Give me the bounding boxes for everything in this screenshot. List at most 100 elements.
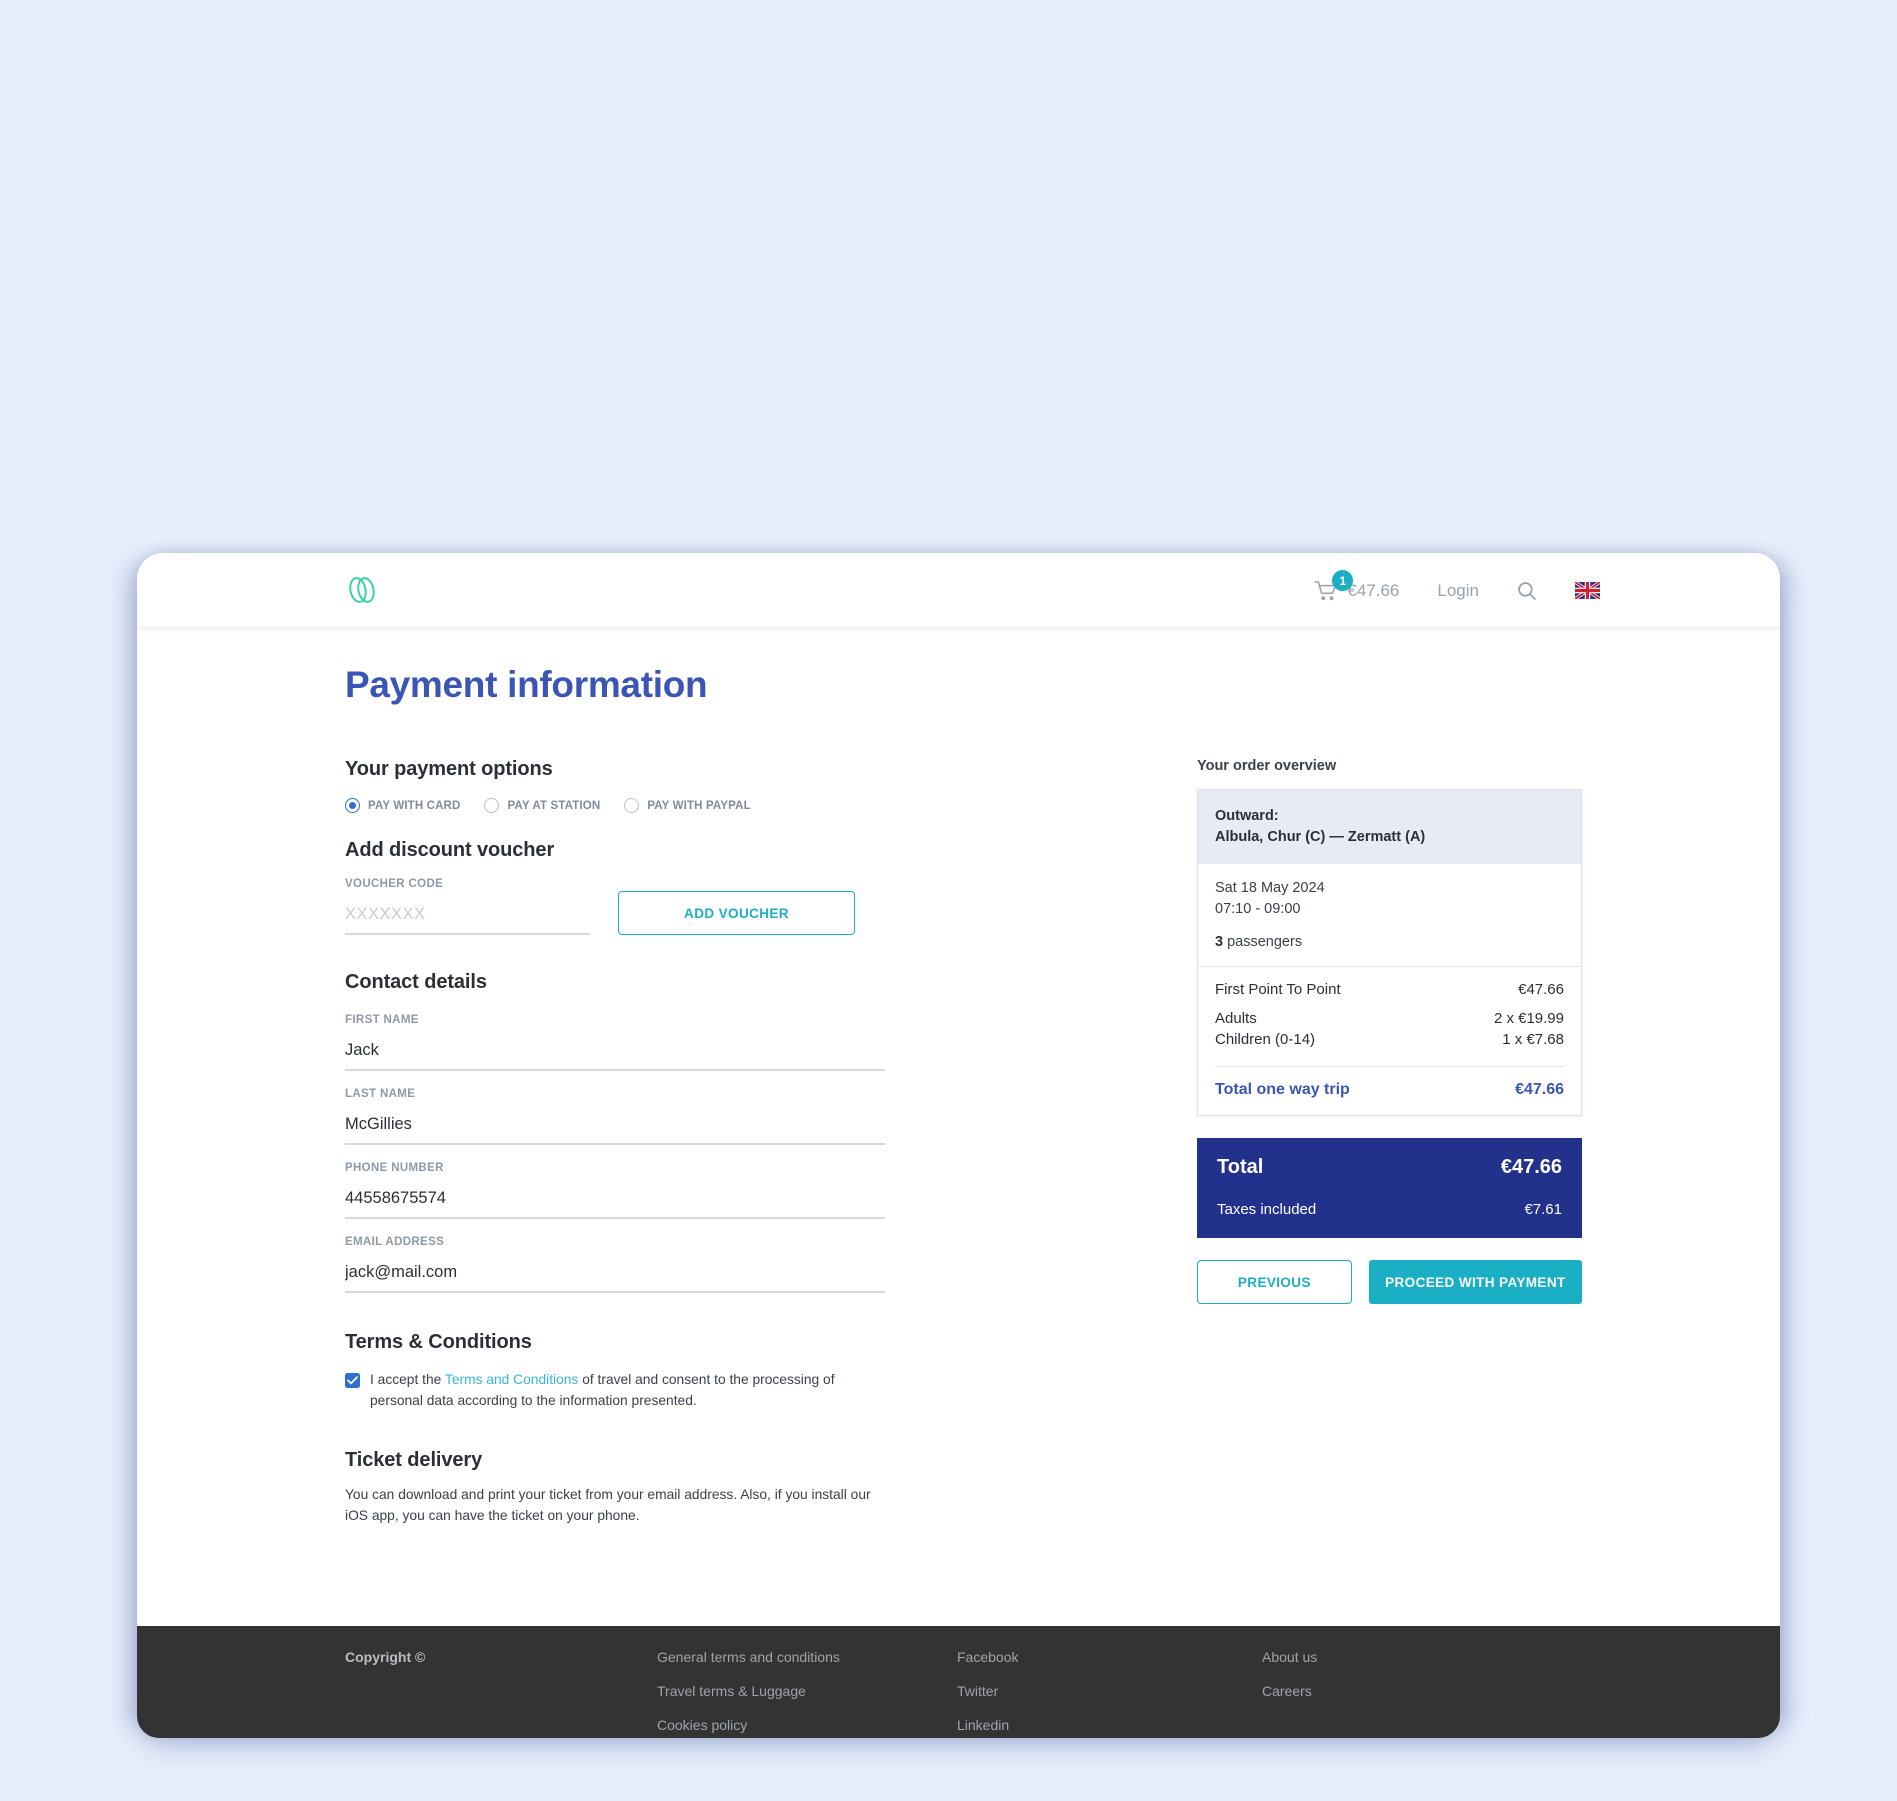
footer-link-facebook[interactable]: Facebook	[957, 1649, 1262, 1665]
terms-text: I accept the Terms and Conditions of tra…	[370, 1370, 885, 1411]
footer-column-legal: General terms and conditions Travel term…	[657, 1649, 957, 1733]
language-flag-button[interactable]	[1575, 582, 1600, 599]
payment-form-column: Your payment options PAY WITH CARD PAY A…	[345, 758, 885, 1527]
payment-options-heading: Your payment options	[345, 758, 553, 780]
header-actions: 1 €47.66 Login	[1314, 553, 1600, 628]
order-trip-total-row: Total one way trip €47.66	[1215, 1066, 1564, 1115]
site-header: 1 €47.66 Login	[137, 553, 1780, 628]
footer-link-twitter[interactable]: Twitter	[957, 1683, 1262, 1699]
footer-copyright: Copyright ©	[345, 1649, 426, 1665]
payment-option-station-label: PAY AT STATION	[507, 799, 601, 812]
contact-field-last-name: LAST NAME	[345, 1088, 885, 1145]
order-passengers-count: 3	[1215, 934, 1224, 951]
order-passengers: 3 passengers	[1215, 934, 1564, 950]
radio-icon-paypal[interactable]	[624, 798, 640, 813]
contact-details-heading: Contact details	[345, 971, 487, 993]
taxes-row: Taxes included €7.61	[1217, 1201, 1562, 1218]
cart-button[interactable]: 1 €47.66	[1314, 570, 1400, 601]
terms-checkbox[interactable]	[345, 1373, 360, 1388]
order-card-meta: Sat 18 May 2024 07:10 - 09:00 3 passenge…	[1198, 864, 1581, 966]
footer-link-travel-terms[interactable]: Travel terms & Luggage	[657, 1683, 957, 1699]
cart-total-price: €47.66	[1347, 580, 1400, 600]
payment-option-card-label: PAY WITH CARD	[368, 799, 461, 812]
contact-field-first-name: FIRST NAME	[345, 1014, 885, 1071]
order-trip-total-label: Total one way trip	[1215, 1081, 1350, 1099]
taxes-value: €7.61	[1524, 1201, 1562, 1219]
terms-accept-row: I accept the Terms and Conditions of tra…	[345, 1370, 885, 1411]
voucher-code-label: VOUCHER CODE	[345, 878, 444, 890]
site-logo[interactable]	[345, 575, 379, 605]
footer-link-cookies-policy[interactable]: Cookies policy	[657, 1717, 957, 1733]
order-summary-column: Your order overview Outward: Albula, Chu…	[1197, 758, 1582, 1305]
double-ellipse-logo-icon	[349, 577, 375, 603]
add-voucher-button[interactable]: ADD VOUCHER	[618, 891, 855, 935]
order-line-value: €47.66	[1518, 981, 1564, 999]
order-line-value: 2 x €19.99	[1493, 1010, 1564, 1028]
previous-button[interactable]: PREVIOUS	[1197, 1260, 1352, 1305]
taxes-label: Taxes included	[1217, 1201, 1317, 1219]
footer-link-careers[interactable]: Careers	[1262, 1683, 1562, 1699]
footer-column-social: Facebook Twitter Linkedin	[957, 1649, 1262, 1733]
footer-link-linkedin[interactable]: Linkedin	[957, 1717, 1262, 1733]
order-card: Outward: Albula, Chur (C) — Zermatt (A) …	[1197, 789, 1582, 1117]
order-date: Sat 18 May 2024	[1215, 880, 1325, 897]
footer-column-company: About us Careers	[1262, 1649, 1562, 1733]
order-trip-total-value: €47.66	[1515, 1081, 1564, 1099]
search-button[interactable]	[1517, 581, 1537, 601]
payment-option-card[interactable]: PAY WITH CARD	[345, 798, 460, 813]
page-body: Payment information Your payment options…	[137, 628, 1780, 1523]
site-footer: Copyright © General terms and conditions…	[137, 1626, 1780, 1738]
payment-option-paypal-label: PAY WITH PAYPAL	[647, 799, 751, 812]
contact-field-email: EMAIL ADDRESS	[345, 1236, 885, 1293]
order-line-value: 1 x €7.68	[1502, 1031, 1564, 1049]
terms-heading: Terms & Conditions	[345, 1331, 532, 1353]
order-price-lines: First Point To Point €47.66 Adults 2 x €…	[1198, 966, 1581, 1056]
first-name-label: FIRST NAME	[345, 1014, 419, 1026]
uk-flag-icon	[1575, 582, 1600, 599]
footer-columns: Copyright © General terms and conditions…	[137, 1649, 1780, 1733]
order-time: 07:10 - 09:00	[1215, 901, 1301, 918]
grand-total-row: Total €47.66	[1217, 1156, 1562, 1179]
order-actions: PREVIOUS PROCEED WITH PAYMENT	[1197, 1260, 1582, 1305]
grand-total-box: Total €47.66 Taxes included €7.61	[1197, 1138, 1582, 1239]
payment-option-station[interactable]: PAY AT STATION	[484, 798, 600, 813]
voucher-field-group: VOUCHER CODE ADD VOUCHER	[345, 878, 885, 935]
search-icon	[1518, 581, 1536, 600]
terms-text-before: I accept the	[370, 1372, 445, 1387]
order-route: Albula, Chur (C) — Zermatt (A)	[1215, 829, 1426, 846]
phone-number-label: PHONE NUMBER	[345, 1162, 444, 1174]
radio-icon-station[interactable]	[484, 798, 500, 813]
ticket-delivery-text: You can download and print your ticket f…	[345, 1487, 871, 1524]
footer-link-about-us[interactable]: About us	[1262, 1649, 1562, 1665]
page-title: Payment information	[345, 664, 708, 705]
login-link[interactable]: Login	[1437, 581, 1479, 601]
order-line-label: Children (0-14)	[1215, 1031, 1316, 1049]
contact-field-phone: PHONE NUMBER	[345, 1162, 885, 1219]
terms-and-conditions-link[interactable]: Terms and Conditions	[445, 1372, 578, 1387]
email-address-label: EMAIL ADDRESS	[345, 1236, 445, 1248]
order-line-item: Adults 2 x €19.99	[1215, 1010, 1564, 1027]
browser-window-frame: 1 €47.66 Login Payment information Your …	[137, 553, 1780, 1738]
voucher-code-input[interactable]	[345, 899, 590, 935]
ticket-delivery-heading: Ticket delivery	[345, 1449, 483, 1472]
voucher-row: ADD VOUCHER	[345, 890, 885, 935]
first-name-input[interactable]	[345, 1035, 885, 1071]
last-name-input[interactable]	[345, 1109, 885, 1145]
order-line-item: First Point To Point €47.66	[1215, 981, 1564, 998]
order-line-item: Children (0-14) 1 x €7.68	[1215, 1031, 1564, 1048]
phone-number-input[interactable]	[345, 1183, 885, 1219]
order-passengers-word: passengers	[1227, 934, 1303, 951]
email-address-input[interactable]	[345, 1257, 885, 1293]
radio-icon-card[interactable]	[345, 798, 360, 813]
checkmark-icon	[347, 1376, 358, 1385]
grand-total-value: €47.66	[1500, 1156, 1562, 1179]
grand-total-label: Total	[1217, 1156, 1264, 1179]
last-name-label: LAST NAME	[345, 1088, 416, 1100]
payment-options-group: PAY WITH CARD PAY AT STATION PAY WITH PA…	[345, 798, 885, 813]
payment-option-paypal[interactable]: PAY WITH PAYPAL	[624, 798, 751, 813]
order-line-label: First Point To Point	[1215, 981, 1341, 999]
proceed-with-payment-button[interactable]: PROCEED WITH PAYMENT	[1368, 1260, 1582, 1305]
order-line-label: Adults	[1215, 1010, 1257, 1028]
order-card-header: Outward: Albula, Chur (C) — Zermatt (A)	[1198, 790, 1581, 865]
footer-link-general-terms[interactable]: General terms and conditions	[657, 1649, 957, 1665]
